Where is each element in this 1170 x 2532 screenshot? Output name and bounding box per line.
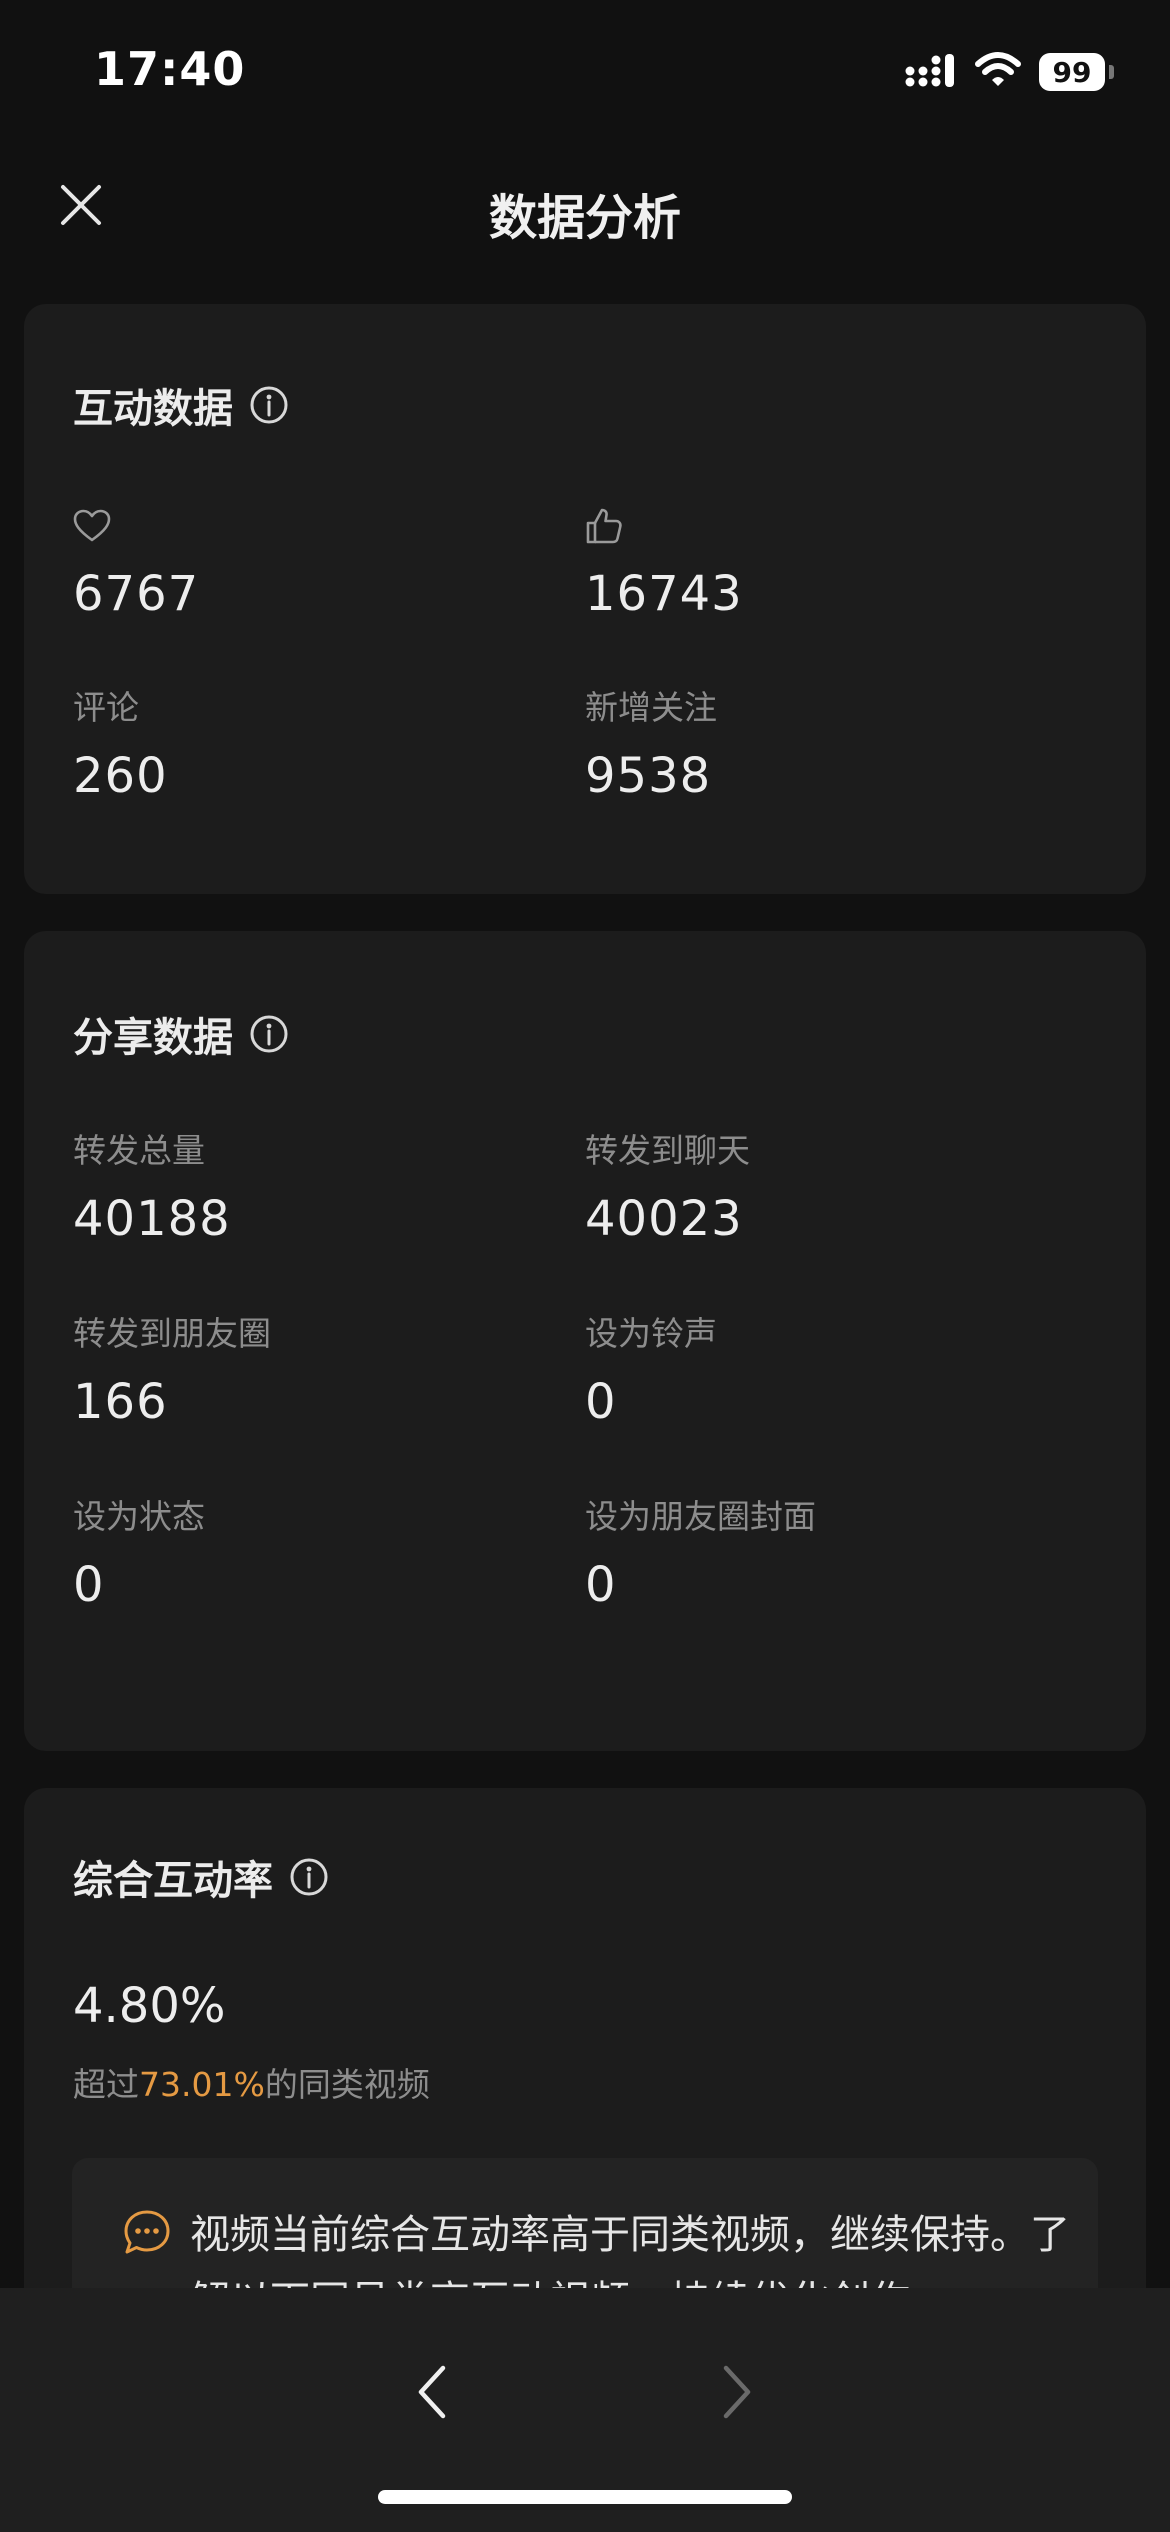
stat-set-moments-cover: 设为朋友圈封面 0 <box>585 1495 1065 1613</box>
stat-value: 9538 <box>585 748 712 804</box>
info-icon[interactable] <box>249 1014 289 1054</box>
stat-label: 设为铃声 <box>585 1314 717 1353</box>
engagement-title: 综合互动率 <box>73 1858 273 1904</box>
status-icons: 99 <box>905 52 1114 92</box>
stat-label: 转发到聊天 <box>585 1131 750 1170</box>
share-card: 分享数据 转发总量 40188 转发到聊天 40023 转发到朋友圈 166 设… <box>24 931 1146 1751</box>
stat-label: 转发到朋友圈 <box>73 1314 271 1353</box>
stat-label: 设为朋友圈封面 <box>585 1497 816 1536</box>
battery-tip <box>1109 65 1114 79</box>
stat-value: 6767 <box>73 566 200 622</box>
stat-label: 转发总量 <box>73 1131 205 1170</box>
share-title: 分享数据 <box>73 1015 233 1061</box>
engagement-rate-value: 4.80% <box>73 1978 226 2034</box>
stat-value: 0 <box>585 1374 617 1430</box>
stat-new-follows: 新增关注 9538 <box>585 686 1065 804</box>
compare-prefix: 超过 <box>73 2065 139 2104</box>
chevron-right-icon <box>716 2362 756 2426</box>
wifi-icon <box>975 52 1021 92</box>
signal-icon <box>905 52 957 92</box>
interaction-card: 互动数据 6767 16743 评论 260 新增关注 9538 <box>24 304 1146 894</box>
next-button[interactable] <box>696 2354 776 2434</box>
stat-likes: 6767 <box>73 504 553 622</box>
engagement-compare: 超过73.01%的同类视频 <box>73 2058 430 2106</box>
nav-bar: 数据分析 <box>0 150 1170 262</box>
status-bar: 17:40 99 <box>0 0 1170 130</box>
stat-label: 设为状态 <box>73 1497 205 1536</box>
page-title: 数据分析 <box>488 190 681 246</box>
comment-bubble-icon <box>122 2208 172 2258</box>
stat-set-ringtone: 设为铃声 0 <box>585 1312 1065 1430</box>
stat-value: 0 <box>73 1557 105 1613</box>
stat-share-total: 转发总量 40188 <box>73 1129 553 1247</box>
share-title-row: 分享数据 <box>73 1005 289 1063</box>
stat-set-status: 设为状态 0 <box>73 1495 553 1613</box>
info-icon[interactable] <box>289 1857 329 1897</box>
battery-icon: 99 <box>1039 53 1105 91</box>
stat-value: 260 <box>73 748 168 804</box>
status-time: 17:40 <box>94 42 246 96</box>
home-indicator[interactable] <box>378 2490 792 2504</box>
stat-value: 0 <box>585 1557 617 1613</box>
stat-value: 16743 <box>585 566 743 622</box>
stat-label: 新增关注 <box>585 688 717 727</box>
stat-share-chat: 转发到聊天 40023 <box>585 1129 1065 1247</box>
stat-value: 40188 <box>73 1191 231 1247</box>
info-icon[interactable] <box>249 385 289 425</box>
previous-button[interactable] <box>393 2354 473 2434</box>
compare-highlight: 73.01% <box>139 2065 265 2104</box>
stat-label: 评论 <box>73 688 139 727</box>
interaction-title-row: 互动数据 <box>73 376 289 434</box>
stat-value: 40023 <box>585 1191 743 1247</box>
heart-icon <box>73 504 553 548</box>
chevron-left-icon <box>413 2362 453 2426</box>
interaction-title: 互动数据 <box>73 386 233 432</box>
stat-value: 166 <box>73 1374 168 1430</box>
stat-share-moments: 转发到朋友圈 166 <box>73 1312 553 1430</box>
compare-suffix: 的同类视频 <box>264 2065 430 2104</box>
engagement-title-row: 综合互动率 <box>73 1848 329 1906</box>
thumbs-up-icon <box>585 504 1065 548</box>
stat-comments: 评论 260 <box>73 686 553 804</box>
stat-thumbs-up: 16743 <box>585 504 1065 622</box>
